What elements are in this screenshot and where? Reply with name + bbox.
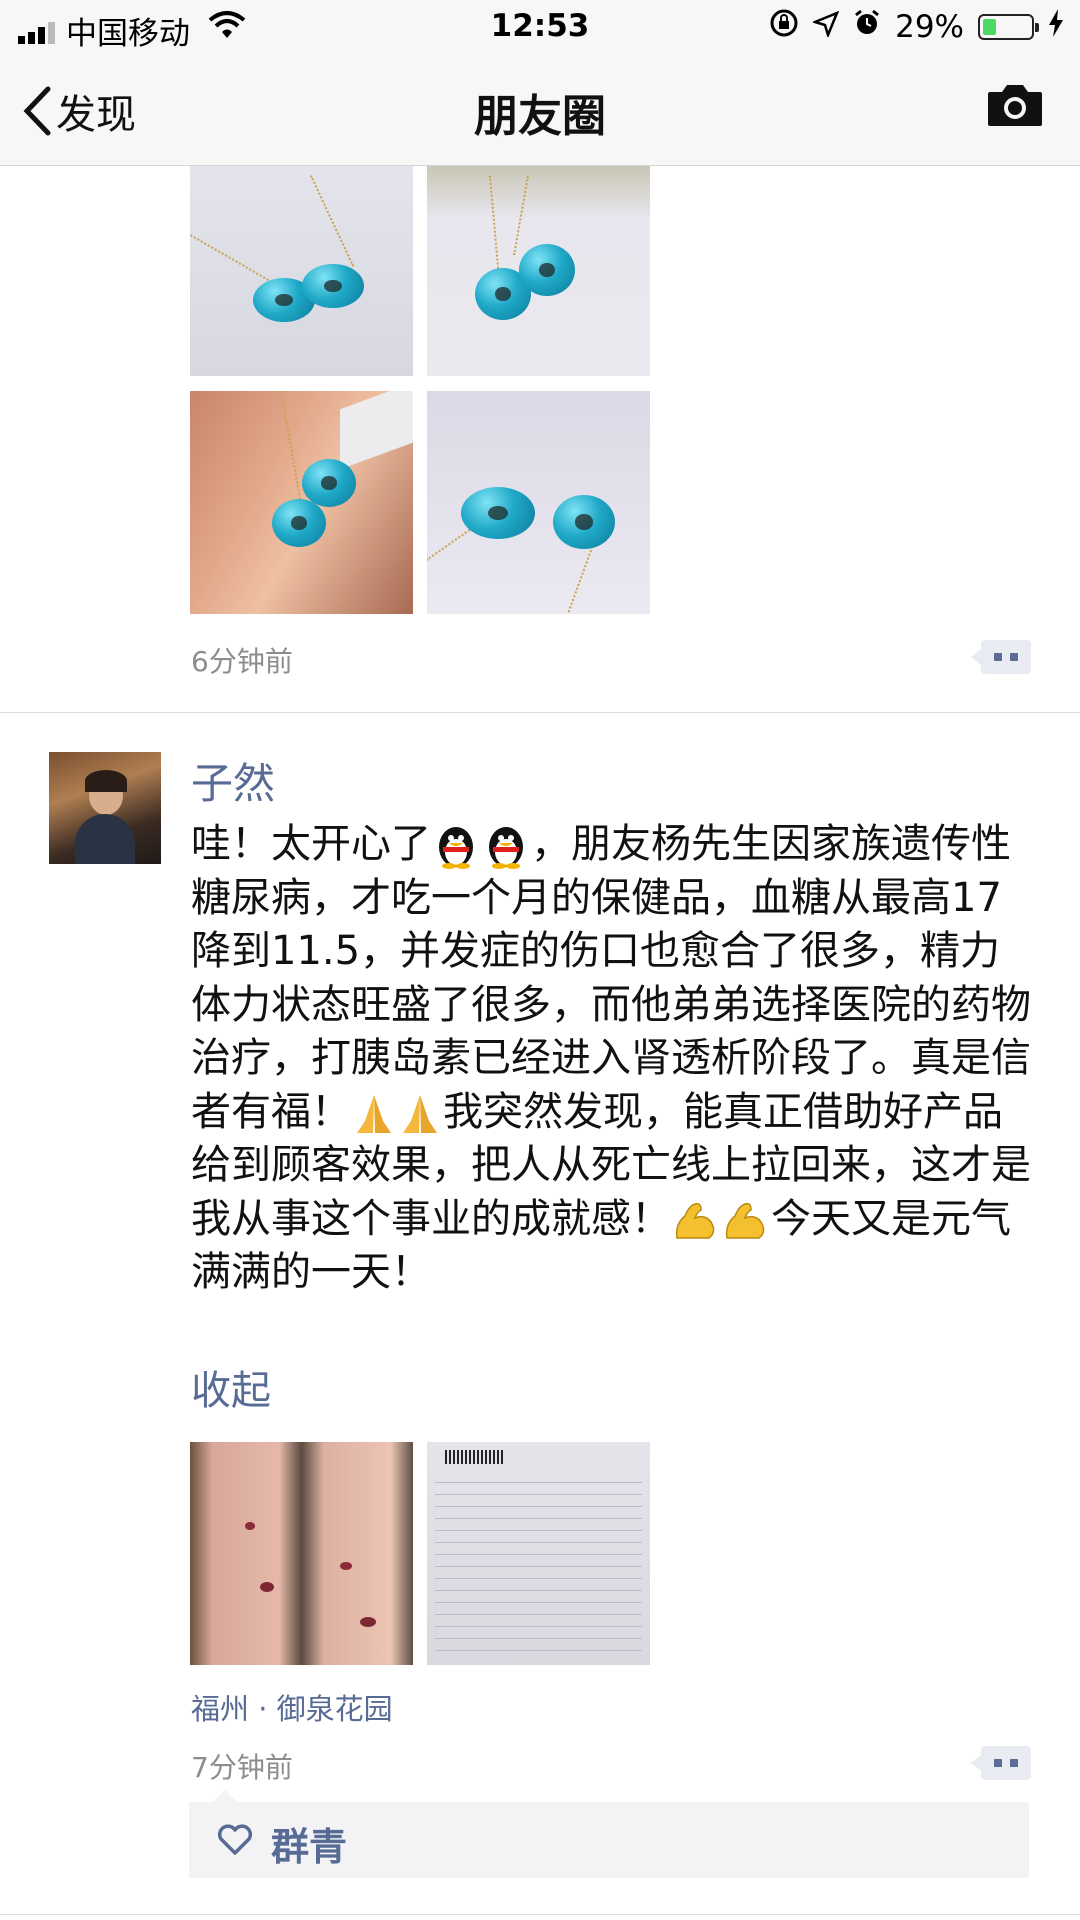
- post-location[interactable]: 福州 · 御泉花园: [191, 1686, 393, 1728]
- post-text-part-1: 哇！太开心了: [191, 821, 431, 867]
- penguin-emoji-icon: [489, 827, 523, 869]
- more-actions-button[interactable]: [971, 1746, 1031, 1780]
- like-user-name[interactable]: 群青: [271, 1816, 347, 1871]
- status-bar: 中国移动 12:53 29%: [0, 0, 1080, 52]
- flexed-biceps-emoji-icon: [675, 1202, 715, 1239]
- location-icon: [811, 9, 840, 45]
- post-author-name[interactable]: 子然: [191, 750, 275, 811]
- charging-icon: [1048, 9, 1064, 45]
- post-photo-arm-wound[interactable]: [190, 1442, 413, 1665]
- battery-level: [983, 19, 996, 35]
- avatar[interactable]: [49, 752, 161, 864]
- post-timestamp: 6分钟前: [191, 645, 293, 678]
- post-photo-medical-report[interactable]: [427, 1442, 650, 1665]
- flexed-biceps-emoji-icon: [725, 1202, 765, 1239]
- collapse-link[interactable]: 收起: [191, 1358, 271, 1416]
- more-actions-button[interactable]: [971, 640, 1031, 674]
- likes-panel: 群青: [189, 1790, 1029, 1878]
- post-divider: [0, 1914, 1080, 1915]
- post-divider: [0, 712, 1080, 713]
- post-text: 哇！太开心了 ，朋友杨先生因家族遗传性糖尿病，才吃一个月的保健品，血糖从最高17降…: [191, 818, 1031, 1300]
- nav-bar: 发现 朋友圈: [0, 52, 1080, 166]
- heart-icon: [217, 1824, 253, 1855]
- alarm-icon: [853, 9, 881, 45]
- post-text-part-2: ，朋友杨先生因家族遗传性糖尿病，才吃一个月的保健品，血糖从最高17降到11.5，…: [191, 821, 1031, 1135]
- penguin-emoji-icon: [439, 827, 473, 869]
- orientation-lock-icon: [769, 8, 799, 46]
- battery-percent: 29%: [895, 9, 964, 45]
- battery-icon: [978, 14, 1039, 40]
- post-photo-pendant-4[interactable]: [427, 391, 650, 614]
- post-photo-pendant-on-finger[interactable]: [190, 391, 413, 614]
- post-photo-pendant-1[interactable]: [190, 166, 413, 376]
- post-photo-pendant-2[interactable]: [427, 166, 650, 376]
- post-timestamp: 7分钟前: [191, 1751, 293, 1784]
- praying-hands-emoji-icon: [357, 1094, 391, 1133]
- praying-hands-emoji-icon: [403, 1094, 437, 1133]
- page-title: 朋友圈: [474, 91, 606, 142]
- camera-icon[interactable]: [986, 82, 1044, 132]
